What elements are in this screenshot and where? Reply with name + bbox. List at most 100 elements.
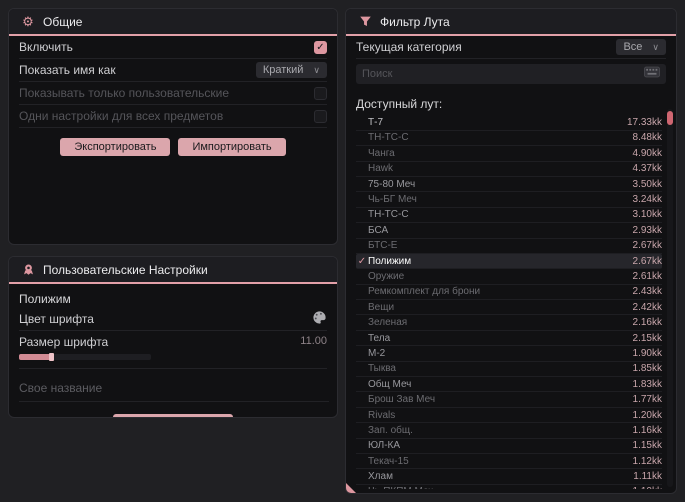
- item-value: 1.11kk: [633, 471, 662, 483]
- font-size-block: Размер шрифта 11.00: [19, 331, 327, 369]
- list-item[interactable]: БТС-Е 2.67kk: [356, 239, 662, 254]
- custom-only-row: Показывать только пользовательские: [19, 82, 327, 105]
- list-item[interactable]: Тыква 1.85kk: [356, 362, 662, 378]
- list-item[interactable]: Хлам 1.11kk: [356, 469, 662, 485]
- item-value: 2.93kk: [632, 224, 662, 236]
- name-display-label: Показать имя как: [19, 63, 116, 77]
- user-settings-icon: [21, 263, 35, 277]
- item-name: Оружие: [368, 270, 405, 282]
- list-item[interactable]: Hawk 4.37kk: [356, 162, 662, 177]
- same-settings-row: Одни настройки для всех предметов: [19, 105, 327, 128]
- name-display-combo[interactable]: Краткий ∨: [255, 62, 327, 78]
- item-value: 1.12kk: [632, 455, 662, 467]
- export-button[interactable]: Экспортировать: [60, 138, 171, 156]
- item-value: 4.90kk: [632, 147, 662, 159]
- item-name: Ремкомплект для брони: [368, 286, 481, 298]
- list-item[interactable]: БСА 2.93kk: [356, 223, 662, 239]
- list-item[interactable]: Чь-ПКПМ Меч1.10kk: [356, 485, 662, 489]
- check-icon: ✓: [357, 255, 367, 267]
- accent-separator: [9, 282, 337, 284]
- loot-list: Т-7 17.33kk ТН-ТС-С 8.48kk Чанга 4.90kk Hawk 4.…: [356, 115, 662, 489]
- chevron-down-icon: ∨: [652, 41, 659, 52]
- list-item[interactable]: Оружие 2.61kk: [356, 269, 662, 285]
- item-value: 1.20kk: [632, 409, 662, 421]
- list-item[interactable]: ТН-ТС-С 8.48kk: [356, 131, 662, 147]
- import-button[interactable]: Импортировать: [178, 138, 286, 156]
- font-size-value: 11.00: [300, 335, 327, 347]
- item-value: 2.67kk: [632, 255, 662, 267]
- same-settings-checkbox[interactable]: [314, 109, 327, 123]
- list-item[interactable]: Общ Меч 1.83kk: [356, 377, 662, 393]
- category-row: Текущая категория Все ∨: [356, 36, 666, 59]
- item-name: Чанга: [368, 147, 395, 159]
- item-value: 1.15kk: [632, 440, 662, 452]
- list-item[interactable]: Rivals 1.20kk: [356, 408, 662, 424]
- list-item[interactable]: 75-80 Меч 3.50kk: [356, 177, 662, 193]
- item-name: ЮЛ-КА: [368, 440, 401, 452]
- item-value: 4.37kk: [632, 163, 662, 175]
- font-color-row[interactable]: Цвет шрифта: [19, 308, 327, 331]
- item-value: 2.15kk: [632, 332, 662, 344]
- font-size-label: Размер шрифта: [19, 335, 109, 349]
- panel-title: Общие: [43, 14, 83, 29]
- scrollbar-thumb[interactable]: [667, 111, 673, 125]
- custom-name-input[interactable]: [19, 377, 329, 402]
- list-item[interactable]: ТН-ТС-С 3.10kk: [356, 208, 662, 224]
- palette-icon[interactable]: [312, 310, 327, 328]
- panel-title: Пользовательские Настройки: [43, 262, 208, 277]
- slider-fill: [19, 354, 53, 360]
- item-name: Rivals: [368, 409, 396, 421]
- item-value: 8.48kk: [632, 132, 662, 144]
- keyboard-icon[interactable]: [644, 65, 660, 83]
- font-size-slider[interactable]: [19, 353, 151, 361]
- category-combo[interactable]: Все ∨: [616, 39, 666, 55]
- loot-list-region: Т-7 17.33kk ТН-ТС-С 8.48kk Чанга 4.90kk Hawk 4.…: [346, 115, 674, 489]
- item-value: 1.90kk: [632, 347, 662, 359]
- item-value: 17.33kk: [626, 117, 662, 129]
- list-item[interactable]: Чанга 4.90kk: [356, 146, 662, 162]
- list-item[interactable]: М-2 1.90kk: [356, 346, 662, 362]
- item-name: ТН-ТС-С: [368, 132, 409, 144]
- item-value: 2.61kk: [632, 270, 662, 282]
- list-item[interactable]: Чь-БГ Меч 3.24kk: [356, 192, 662, 208]
- item-value: 1.16kk: [632, 424, 662, 436]
- item-name: Полижим: [368, 255, 412, 267]
- item-name: Чь-БГ Меч: [368, 194, 417, 206]
- list-item[interactable]: Вещи 2.42kk: [356, 300, 662, 316]
- list-item[interactable]: Брош Зав Меч 1.77kk: [356, 392, 662, 408]
- enable-checkbox[interactable]: ✓: [314, 40, 327, 54]
- same-settings-label: Одни настройки для всех предметов: [19, 109, 224, 123]
- list-item[interactable]: Тела 2.15kk: [356, 331, 662, 347]
- custom-settings-panel: Пользовательские Настройки Полижим Цвет …: [8, 256, 338, 418]
- selected-item-name: Полижим: [19, 292, 71, 306]
- item-name: Hawk: [368, 163, 394, 175]
- item-name: БСА: [368, 224, 389, 236]
- filter-panel-header[interactable]: Фильтр Лута: [346, 9, 676, 34]
- item-name: 75-80 Меч: [368, 178, 416, 190]
- item-value: 3.10kk: [632, 209, 662, 221]
- list-item[interactable]: Т-7 17.33kk: [356, 115, 662, 131]
- delete-button[interactable]: Удалить: [113, 414, 233, 417]
- custom-panel-header[interactable]: Пользовательские Настройки: [9, 257, 337, 282]
- item-value: 1.83kk: [632, 378, 662, 390]
- enable-row: Включить ✓: [19, 36, 327, 59]
- list-item[interactable]: ЮЛ-КА 1.15kk: [356, 439, 662, 454]
- item-value: 2.42kk: [632, 301, 662, 313]
- general-panel: ⚙ Общие Включить ✓ Показать имя как Крат…: [8, 8, 338, 245]
- list-item[interactable]: ✓ Полижим 2.67kk: [356, 253, 662, 270]
- combo-value: Краткий: [262, 64, 304, 76]
- general-panel-header[interactable]: ⚙ Общие: [9, 9, 337, 34]
- slider-handle[interactable]: [49, 353, 54, 361]
- item-value: 2.43kk: [632, 286, 662, 298]
- search-input[interactable]: [362, 68, 638, 81]
- list-item[interactable]: Ремкомплект для брони 2.43kk: [356, 285, 662, 301]
- item-name: Текач-15: [368, 455, 409, 467]
- list-scrollbar[interactable]: [667, 109, 673, 487]
- custom-only-checkbox[interactable]: [314, 86, 327, 100]
- search-box: [356, 64, 666, 85]
- list-item[interactable]: Текач-15 1.12kk: [356, 454, 662, 470]
- resize-grip[interactable]: [346, 483, 356, 493]
- list-item[interactable]: Зеленая 2.16kk: [356, 315, 662, 331]
- list-item[interactable]: Зап. общ. 1.16kk: [356, 423, 662, 439]
- item-value: 2.16kk: [632, 317, 662, 329]
